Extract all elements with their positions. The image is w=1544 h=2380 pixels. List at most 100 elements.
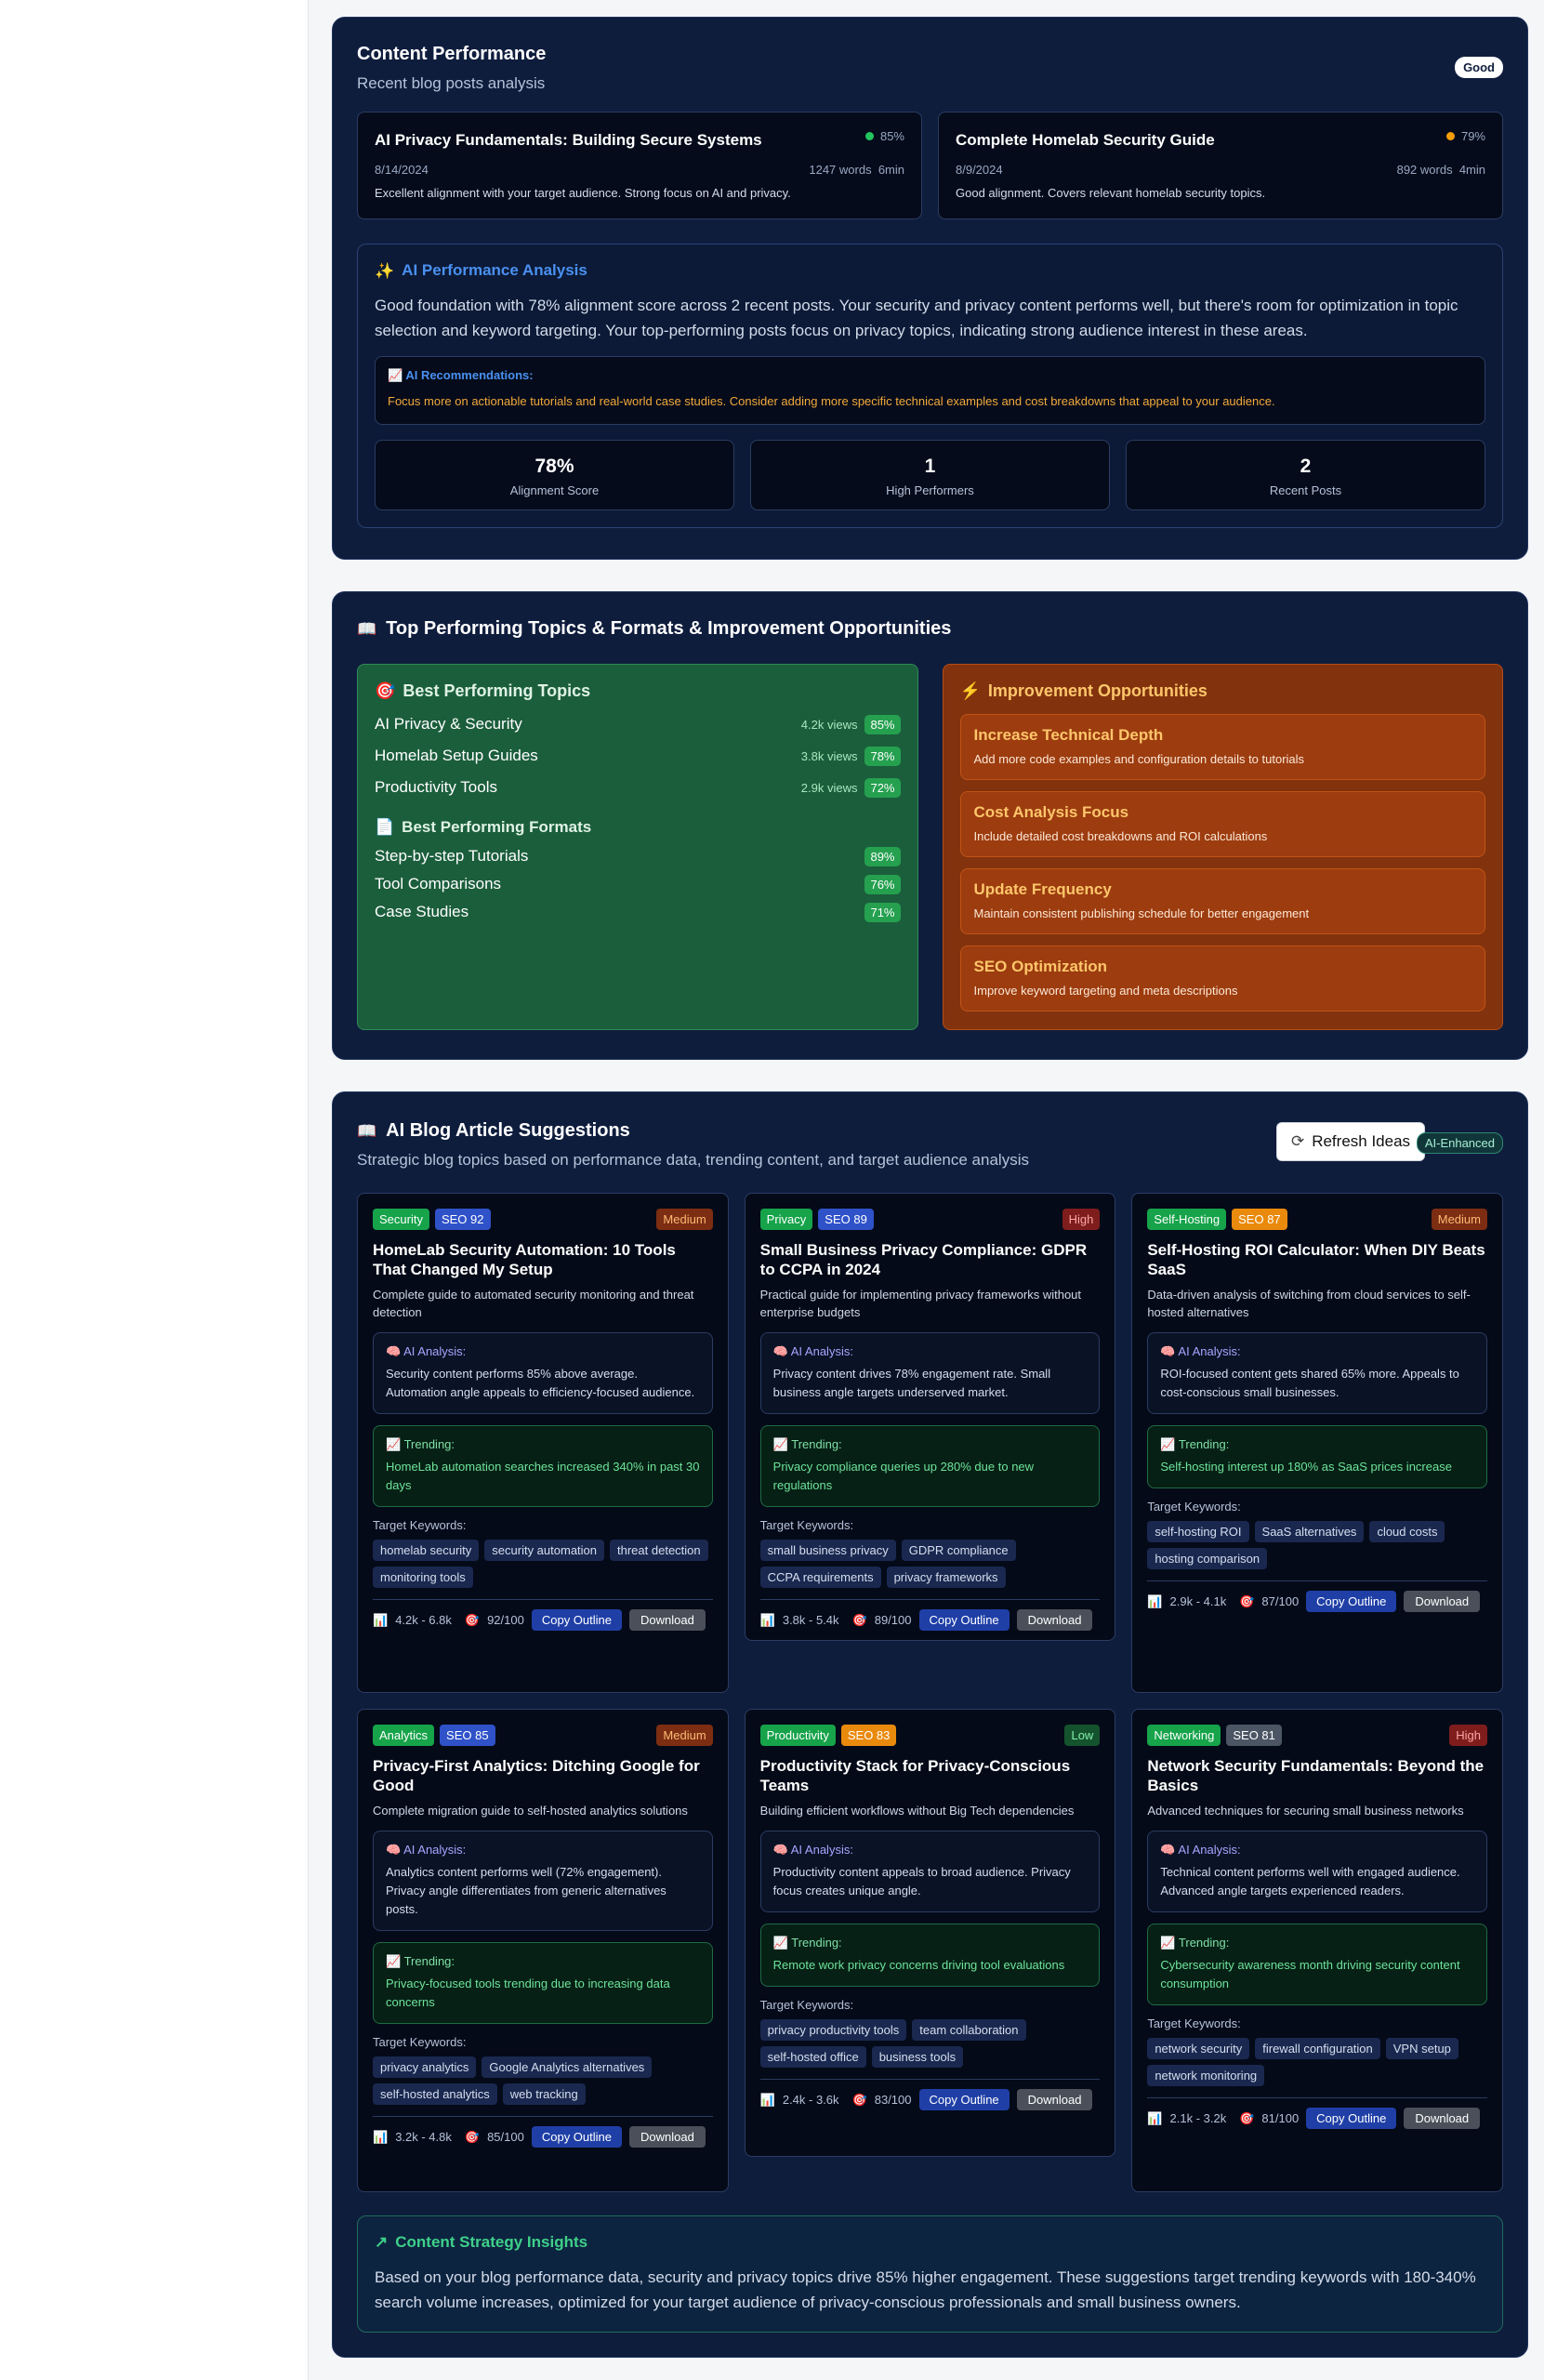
ai-performance-analysis: ✨ AI Performance Analysis Good foundatio…: [357, 244, 1503, 528]
stats-row: 78% Alignment Score 1 High Performers 2 …: [375, 440, 1485, 510]
opportunity-item: Update Frequency Maintain consistent pub…: [959, 868, 1485, 934]
section-title: Top Performing Topics & Formats & Improv…: [386, 618, 952, 639]
keywords-list: small business privacy GDPR compliance CCP…: [759, 1540, 1101, 1588]
keyword-chip: self-hosted office: [759, 2046, 866, 2068]
trending-text: HomeLab automation searches increased 34…: [386, 1460, 700, 1492]
priority-badge: Medium: [656, 1209, 713, 1230]
keyword-chip: self-hosted analytics: [373, 2083, 497, 2105]
priority-badge: High: [1449, 1725, 1487, 1746]
brain-icon: 🧠: [386, 1843, 402, 1857]
trending-text: Remote work privacy concerns driving too…: [772, 1958, 1065, 1972]
keyword-chip: hosting comparison: [1147, 1548, 1268, 1569]
copy-outline-button[interactable]: Copy Outline: [1306, 2108, 1397, 2129]
keyword-chip: security automation: [484, 1540, 605, 1561]
bar-chart-icon: 📊: [373, 2129, 389, 2144]
keyword-chip: threat detection: [610, 1540, 708, 1561]
best-topics-box: 🎯 Best Performing Topics AI Privacy & Sec…: [357, 664, 918, 1030]
section-title: AI Blog Article Suggestions: [386, 1120, 630, 1141]
ai-analysis-text: Privacy content drives 78% engagement ra…: [772, 1367, 1051, 1399]
ai-analysis-label: AI Analysis:: [790, 1843, 853, 1857]
read-time: 6min: [878, 163, 904, 177]
search-volume: 2.4k - 3.6k: [782, 2093, 839, 2107]
copy-outline-button[interactable]: Copy Outline: [918, 1609, 1010, 1631]
topic-percent: 78%: [864, 746, 901, 766]
trending-heading: 📈 Trending:: [773, 1437, 1088, 1452]
suggestion-card: Networking SEO 81 High Network Security Fun…: [1131, 1709, 1503, 2192]
format-percent: 76%: [864, 874, 901, 894]
post-stats: 892 words 4min: [1397, 163, 1485, 177]
post-description: Good alignment. Covers relevant homelab …: [956, 186, 1266, 200]
lightning-icon: ⚡: [959, 681, 981, 700]
priority-badge: High: [1062, 1209, 1101, 1230]
top-topics-panel: 📖 Top Performing Topics & Formats & Impr…: [332, 591, 1528, 1060]
chart-icon: 📈: [772, 1437, 788, 1451]
category-tag: Self-Hosting: [1147, 1209, 1227, 1230]
opportunity-desc: Add more code examples and configuration…: [973, 752, 1305, 766]
copy-outline-button[interactable]: Copy Outline: [531, 1609, 622, 1631]
keywords-label: Target Keywords:: [1147, 1500, 1241, 1514]
download-button[interactable]: Download: [1016, 1609, 1093, 1631]
score-value: 79%: [1460, 129, 1485, 143]
ai-analysis-box: 🧠 AI Analysis: Security content performs …: [373, 1332, 713, 1414]
topic-row: AI Privacy & Security 4.2k views 85%: [375, 714, 901, 734]
keywords-list: privacy analytics Google Analytics altern…: [373, 2056, 713, 2105]
card-title: Productivity Stack for Privacy-Conscious…: [759, 1757, 1071, 1794]
post-stats: 1247 words 6min: [809, 163, 904, 177]
word-count: 1247 words: [809, 163, 872, 177]
copy-outline-button[interactable]: Copy Outline: [918, 2089, 1010, 2110]
seo-tag: SEO 83: [840, 1725, 897, 1746]
keyword-chip: network security: [1147, 2038, 1250, 2059]
keywords-list: homelab security security automation threa…: [373, 1540, 713, 1588]
insights-text: Based on your blog performance data, sec…: [375, 2268, 1476, 2311]
keyword-chip: privacy frameworks: [886, 1567, 1006, 1588]
category-tag: Productivity: [759, 1725, 836, 1746]
blog-suggestions-panel: 📖 AI Blog Article Suggestions Strategic …: [332, 1091, 1528, 2358]
card-tags: Networking SEO 81: [1147, 1725, 1487, 1746]
ai-analysis-box: 🧠 AI Analysis: Productivity content appea…: [759, 1831, 1101, 1912]
stat-label: Recent Posts: [1269, 483, 1342, 497]
trending-label: Trending:: [1178, 1437, 1230, 1451]
suggestion-card: Self-Hosting SEO 87 Medium Self-Hosting ROI…: [1131, 1193, 1503, 1693]
post-card[interactable]: AI Privacy Fundamentals: Building Secure…: [357, 112, 922, 219]
keyword-chip: CCPA requirements: [759, 1567, 881, 1588]
refresh-ideas-button[interactable]: ⟳ Refresh Ideas: [1276, 1122, 1425, 1161]
opportunity-desc: Improve keyword targeting and meta descr…: [973, 984, 1238, 998]
seo-tag: SEO 89: [818, 1209, 874, 1230]
download-button[interactable]: Download: [629, 2126, 706, 2148]
chart-icon: 📈: [388, 368, 403, 382]
post-card[interactable]: Complete Homelab Security Guide 79% 8/9/…: [938, 112, 1503, 219]
post-meta: 8/14/2024 1247 words 6min: [375, 163, 904, 177]
improvement-box: ⚡ Improvement Opportunities Increase Tech…: [942, 664, 1503, 1030]
download-button[interactable]: Download: [1404, 1591, 1481, 1612]
card-tags: Privacy SEO 89: [759, 1209, 1101, 1230]
panel-title: Content Performance: [357, 44, 547, 64]
seo-score: 92/100: [487, 1613, 524, 1627]
best-topics-title: Best Performing Topics: [402, 681, 591, 700]
word-count: 892 words: [1396, 163, 1453, 177]
trending-heading: 📈 Trending:: [386, 1954, 700, 1969]
download-button[interactable]: Download: [1404, 2108, 1481, 2129]
bar-chart-icon: 📊: [1147, 1593, 1163, 1608]
analysis-text: Good foundation with 78% alignment score…: [375, 297, 1458, 339]
keyword-chip: firewall configuration: [1255, 2038, 1380, 2059]
analysis-title: AI Performance Analysis: [402, 261, 587, 279]
format-name: Step-by-step Tutorials: [375, 847, 529, 865]
post-date: 8/14/2024: [375, 163, 429, 177]
card-title: Network Security Fundamentals: Beyond th…: [1147, 1757, 1485, 1794]
ai-recommendations: 📈 AI Recommendations: Focus more on acti…: [375, 356, 1485, 425]
stat-label: Alignment Score: [509, 483, 600, 497]
post-title: Complete Homelab Security Guide: [956, 131, 1215, 149]
analysis-heading: ✨ AI Performance Analysis: [375, 261, 1485, 280]
download-button[interactable]: Download: [1016, 2089, 1093, 2110]
document-icon: 📄: [375, 818, 395, 836]
download-button[interactable]: Download: [629, 1609, 706, 1631]
section-heading: 📖 Top Performing Topics & Formats & Impr…: [357, 618, 1503, 640]
topic-row: Homelab Setup Guides 3.8k views 78%: [375, 746, 901, 766]
copy-outline-button[interactable]: Copy Outline: [1306, 1591, 1397, 1612]
keywords-label: Target Keywords:: [759, 1518, 854, 1532]
keyword-chip: monitoring tools: [373, 1567, 473, 1588]
copy-outline-button[interactable]: Copy Outline: [531, 2126, 622, 2148]
brain-icon: 🧠: [386, 1344, 402, 1358]
sidebar: [0, 0, 309, 2380]
content-performance-panel: Content Performance Recent blog posts an…: [332, 17, 1528, 560]
